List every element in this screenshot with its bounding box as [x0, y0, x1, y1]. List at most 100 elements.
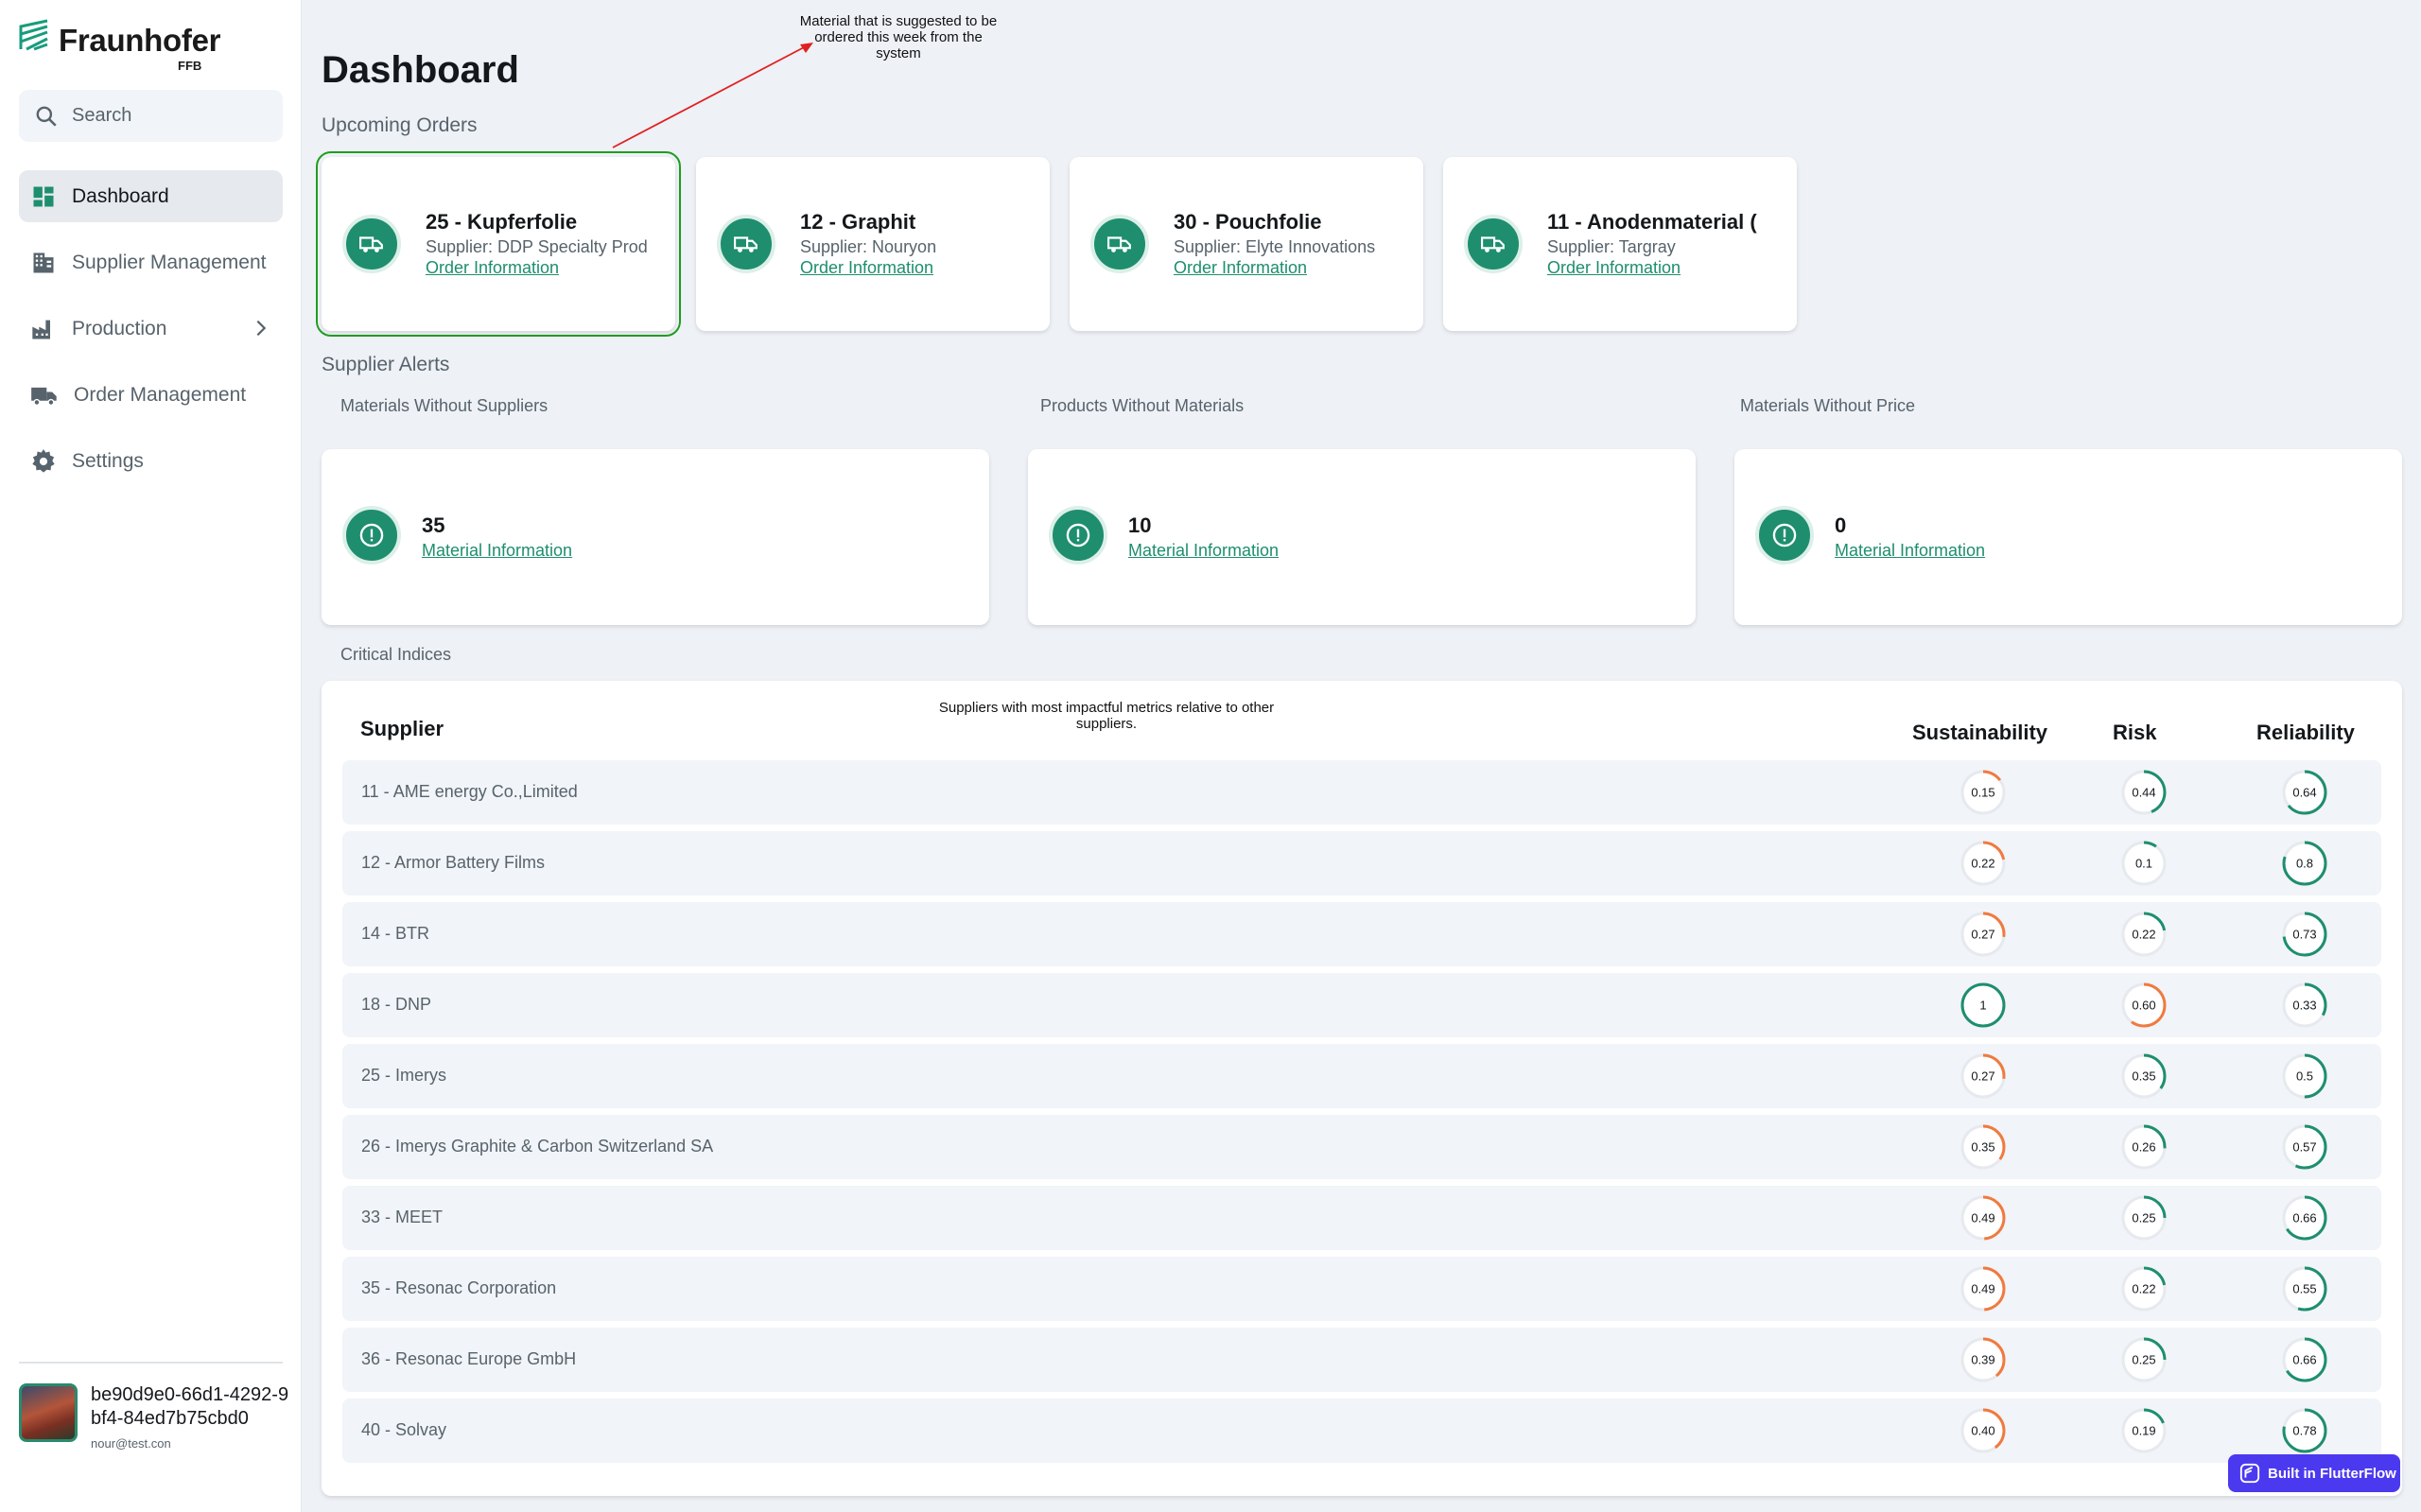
alert-card[interactable]: 10 Material Information: [1028, 449, 1696, 625]
material-information-link[interactable]: Material Information: [422, 541, 572, 561]
order-card[interactable]: 11 - Anodenmaterial ( Supplier: Targray …: [1443, 157, 1797, 331]
reliability-gauge: 0.73: [2282, 912, 2327, 957]
risk-gauge: 0.22: [2121, 912, 2167, 957]
gauge-value: 0.66: [2292, 1211, 2316, 1225]
table-row[interactable]: 18 - DNP 1 0.60 0.33: [342, 973, 2381, 1037]
sustainability-gauge: 1: [1960, 982, 2006, 1028]
gauge-value: 0.15: [1971, 786, 1994, 800]
table-row[interactable]: 25 - Imerys 0.27 0.35 0.5: [342, 1044, 2381, 1108]
order-information-link[interactable]: Order Information: [426, 258, 559, 278]
gauge-value: 0.40: [1971, 1424, 1994, 1438]
sustainability-gauge: 0.40: [1960, 1408, 2006, 1453]
column-header-sustainability: Sustainability: [1912, 721, 2048, 744]
supplier-name: 26 - Imerys Graphite & Carbon Switzerlan…: [361, 1137, 714, 1156]
alert-label: Products Without Materials: [1040, 396, 1245, 415]
annotation-table: Suppliers with most impactful metrics re…: [938, 700, 1275, 732]
flutterflow-badge[interactable]: Built in FlutterFlow: [2228, 1454, 2400, 1492]
alert-label: Materials Without Suppliers: [340, 396, 549, 415]
user-profile[interactable]: be90d9e0-66d1-4292-9bf4-84ed7b75cbd0 nou…: [19, 1383, 288, 1451]
section-upcoming-orders: Upcoming Orders: [322, 114, 478, 136]
building-icon: [33, 252, 54, 272]
order-card[interactable]: 12 - Graphit Supplier: Nouryon Order Inf…: [696, 157, 1050, 331]
nav-item-dashboard[interactable]: Dashboard: [19, 170, 283, 222]
alert-card[interactable]: 35 Material Information: [322, 449, 989, 625]
order-title: 11 - Anodenmaterial (: [1547, 210, 1757, 234]
sustainability-gauge: 0.27: [1960, 912, 2006, 957]
table-row[interactable]: 12 - Armor Battery Films 0.22 0.1 0.8: [342, 831, 2381, 895]
gear-icon: [32, 448, 55, 473]
brand-name: Fraunhofer: [59, 23, 221, 58]
gauge-value: 0.44: [2132, 786, 2155, 800]
table-row[interactable]: 26 - Imerys Graphite & Carbon Switzerlan…: [342, 1115, 2381, 1179]
column-header-risk: Risk: [2113, 721, 2157, 744]
nav-label-supplier-management: Supplier Management: [72, 251, 267, 273]
table-row[interactable]: 33 - MEET 0.49 0.25 0.66: [342, 1186, 2381, 1250]
search-input[interactable]: Search: [19, 90, 283, 142]
nav-label-settings: Settings: [72, 449, 144, 472]
reliability-gauge: 0.8: [2282, 841, 2327, 886]
gauge-value: 0.33: [2292, 999, 2316, 1013]
nav-label-production: Production: [72, 317, 167, 339]
truck-icon: [1464, 215, 1523, 273]
order-card[interactable]: 25 - Kupferfolie Supplier: DDP Specialty…: [316, 151, 681, 337]
reliability-gauge: 0.64: [2282, 770, 2327, 815]
material-information-link[interactable]: Material Information: [1128, 541, 1279, 561]
supplier-name: 14 - BTR: [361, 924, 430, 943]
order-information-link[interactable]: Order Information: [800, 258, 933, 278]
alert-card[interactable]: 0 Material Information: [1734, 449, 2402, 625]
gauge-value: 0.73: [2292, 928, 2316, 942]
table-row[interactable]: 11 - AME energy Co.,Limited 0.15 0.44 0.64: [342, 760, 2381, 825]
gauge-value: 0.22: [2132, 1282, 2155, 1296]
section-supplier-alerts: Supplier Alerts: [322, 354, 450, 375]
alert-label: Materials Without Price: [1740, 396, 1916, 415]
critical-indices-table: Suppliers with most impactful metrics re…: [322, 681, 2402, 1496]
table-row[interactable]: 40 - Solvay 0.40 0.19 0.78: [342, 1399, 2381, 1463]
order-title: 25 - Kupferfolie: [426, 210, 578, 234]
search-placeholder: Search: [72, 105, 132, 126]
order-card[interactable]: 30 - Pouchfolie Supplier: Elyte Innovati…: [1070, 157, 1423, 331]
gauge-value: 0.26: [2132, 1140, 2155, 1155]
gauge-value: 0.64: [2292, 786, 2316, 800]
risk-gauge: 0.60: [2121, 982, 2167, 1028]
order-information-link[interactable]: Order Information: [1547, 258, 1681, 278]
risk-gauge: 0.35: [2121, 1053, 2167, 1099]
gauge-value: 0.39: [1971, 1353, 1994, 1367]
gauge-value: 0.35: [1971, 1140, 1994, 1155]
section-critical-indices: Critical Indices: [340, 645, 452, 664]
table-row[interactable]: 14 - BTR 0.27 0.22 0.73: [342, 902, 2381, 966]
reliability-gauge: 0.57: [2282, 1124, 2327, 1170]
table-row[interactable]: 36 - Resonac Europe GmbH 0.39 0.25 0.66: [342, 1328, 2381, 1392]
gauge-value: 0.5: [2296, 1069, 2313, 1084]
reliability-gauge: 0.66: [2282, 1195, 2327, 1241]
nav-item-settings[interactable]: Settings: [19, 435, 283, 487]
nav-label-order-management: Order Management: [74, 383, 247, 406]
nav-item-production[interactable]: Production: [19, 303, 283, 355]
gauge-value: 0.8: [2296, 857, 2313, 871]
supplier-name: 35 - Resonac Corporation: [361, 1278, 557, 1297]
supplier-name: 40 - Solvay: [361, 1420, 447, 1439]
gauge-value: 0.22: [1971, 857, 1994, 871]
material-information-link[interactable]: Material Information: [1835, 541, 1985, 561]
sustainability-gauge: 0.35: [1960, 1124, 2006, 1170]
risk-gauge: 0.1: [2121, 841, 2167, 886]
table-row[interactable]: 35 - Resonac Corporation 0.49 0.22 0.55: [342, 1257, 2381, 1321]
order-title: 30 - Pouchfolie: [1174, 210, 1322, 234]
gauge-value: 0.78: [2292, 1424, 2316, 1438]
risk-gauge: 0.25: [2121, 1195, 2167, 1241]
column-header-reliability: Reliability: [2256, 721, 2355, 744]
order-information-link[interactable]: Order Information: [1174, 258, 1307, 278]
supplier-name: 36 - Resonac Europe GmbH: [361, 1349, 577, 1368]
nav-item-supplier-management[interactable]: Supplier Management: [19, 236, 283, 288]
sustainability-gauge: 0.22: [1960, 841, 2006, 886]
nav-item-order-management[interactable]: Order Management: [19, 369, 283, 421]
truck-icon: [31, 387, 57, 406]
truck-icon: [342, 215, 401, 273]
badge-label: Built in FlutterFlow: [2268, 1465, 2396, 1482]
reliability-gauge: 0.66: [2282, 1337, 2327, 1382]
order-supplier: Supplier: Elyte Innovations: [1174, 237, 1376, 256]
order-supplier: Supplier: Targray: [1547, 237, 1676, 256]
supplier-name: 33 - MEET: [361, 1208, 444, 1226]
order-title: 12 - Graphit: [800, 210, 916, 234]
sustainability-gauge: 0.49: [1960, 1266, 2006, 1312]
search-icon: [36, 106, 57, 127]
